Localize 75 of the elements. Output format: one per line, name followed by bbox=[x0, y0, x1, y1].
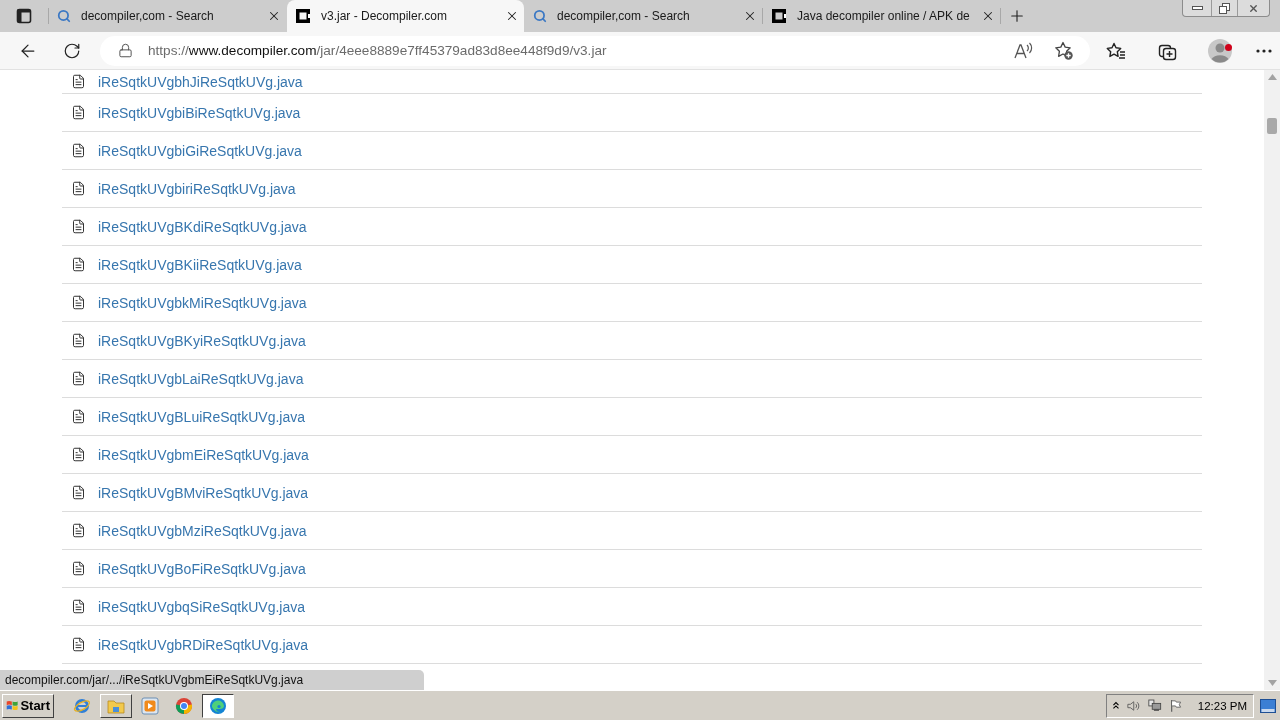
flag-icon[interactable] bbox=[1169, 698, 1182, 713]
file-icon bbox=[71, 143, 86, 158]
file-link[interactable]: iReSqtkUVgbiBiReSqtkUVg.java bbox=[98, 104, 301, 121]
more-icon bbox=[1256, 48, 1272, 53]
wheel-logo-icon bbox=[175, 696, 193, 715]
browser-icon bbox=[73, 696, 91, 715]
browser-tab[interactable]: v3.jar - Decompiler.com bbox=[287, 0, 524, 32]
file-icon bbox=[71, 409, 86, 424]
speaker-icon[interactable] bbox=[1126, 698, 1141, 713]
square-logo-icon bbox=[295, 8, 311, 24]
file-link[interactable]: iReSqtkUVgbkMiReSqtkUVg.java bbox=[98, 294, 307, 311]
taskbar-app-button[interactable] bbox=[202, 693, 234, 718]
play-icon bbox=[141, 696, 159, 715]
file-link[interactable]: iReSqtkUVgBKdiReSqtkUVg.java bbox=[98, 218, 307, 235]
add-favorite-icon[interactable] bbox=[1054, 40, 1074, 61]
file-link[interactable]: iReSqtkUVgbmEiReSqtkUVg.java bbox=[98, 446, 309, 463]
file-link[interactable]: iReSqtkUVgBoFiReSqtkUVg.java bbox=[98, 560, 306, 577]
file-icon bbox=[71, 485, 86, 500]
file-link[interactable]: iReSqtkUVgbLaiReSqtkUVg.java bbox=[98, 370, 304, 387]
file-link[interactable]: iReSqtkUVgBMviReSqtkUVg.java bbox=[98, 484, 309, 501]
notification-dot-icon bbox=[1225, 43, 1232, 51]
avatar-icon bbox=[1208, 38, 1232, 63]
close-icon bbox=[267, 9, 281, 23]
scroll-thumb[interactable] bbox=[1267, 118, 1277, 134]
browser-tab[interactable]: Java decompiler online / APK de bbox=[763, 0, 1000, 32]
search-icon bbox=[533, 9, 547, 23]
desktop-icon bbox=[1260, 698, 1276, 713]
file-link[interactable]: iReSqtkUVgbhJiReSqtkUVg.java bbox=[98, 73, 303, 90]
file-link[interactable]: iReSqtkUVgbiGiReSqtkUVg.java bbox=[98, 142, 302, 159]
file-icon bbox=[71, 447, 86, 462]
status-url: decompiler.com/jar/.../iReSqtkUVgbmEiReSqtkUVg.java bbox=[0, 670, 424, 690]
swirl-logo-icon bbox=[209, 696, 227, 715]
browser-tab[interactable]: decompiler,com - Search bbox=[49, 0, 286, 32]
close-icon bbox=[1248, 2, 1259, 14]
flag-logo-icon bbox=[6, 698, 19, 713]
plus-icon bbox=[1008, 7, 1026, 25]
file-icon bbox=[71, 333, 86, 348]
file-link[interactable]: iReSqtkUVgBKyiReSqtkUVg.java bbox=[98, 332, 306, 349]
file-icon bbox=[71, 105, 86, 120]
network-icon[interactable] bbox=[1148, 698, 1162, 713]
file-link[interactable]: iReSqtkUVgbiriReSqtkUVg.java bbox=[98, 180, 296, 197]
square-logo-icon bbox=[771, 8, 787, 24]
tab-panel-icon bbox=[16, 8, 32, 24]
close-icon bbox=[743, 9, 757, 23]
close-icon bbox=[505, 9, 519, 23]
file-link[interactable]: iReSqtkUVgBKiiReSqtkUVg.java bbox=[98, 256, 302, 273]
read-aloud-icon[interactable] bbox=[1014, 41, 1034, 60]
browser-tab[interactable]: decompiler,com - Search bbox=[525, 0, 762, 32]
file-icon bbox=[71, 181, 86, 196]
close-icon bbox=[981, 9, 995, 23]
file-icon bbox=[71, 257, 86, 272]
folder-icon bbox=[107, 697, 125, 714]
lock-icon bbox=[118, 43, 133, 58]
file-link[interactable]: iReSqtkUVgbMziReSqtkUVg.java bbox=[98, 522, 307, 539]
file-link[interactable]: iReSqtkUVgBLuiReSqtkUVg.java bbox=[98, 408, 305, 425]
file-link[interactable]: iReSqtkUVgbqSiReSqtkUVg.java bbox=[98, 598, 305, 615]
file-icon bbox=[71, 295, 86, 310]
file-icon bbox=[71, 371, 86, 386]
file-icon bbox=[71, 523, 86, 538]
address-field[interactable]: https://www.decompiler.com/jar/4eee8889e7ff45379ad83d8ee448f9d9/v3.jar bbox=[100, 35, 1090, 66]
clock-text: 12:23 PM bbox=[1197, 699, 1247, 712]
minimize-icon bbox=[1191, 6, 1203, 10]
file-icon bbox=[71, 219, 86, 234]
url-text: https://www.decompiler.com/jar/4eee8889e7ff45379ad83d8ee448f9d9/v3.jar bbox=[148, 43, 608, 58]
restore-icon bbox=[1219, 2, 1230, 14]
show-hidden-icons-icon[interactable] bbox=[1113, 701, 1119, 710]
refresh-icon bbox=[63, 41, 81, 60]
file-icon bbox=[71, 74, 86, 89]
search-icon bbox=[57, 9, 71, 23]
start-button[interactable]: Start bbox=[2, 693, 54, 718]
file-icon bbox=[71, 561, 86, 576]
favorites-icon bbox=[1106, 41, 1126, 60]
file-link[interactable]: iReSqtkUVgbRDiReSqtkUVg.java bbox=[98, 636, 309, 653]
file-icon bbox=[71, 599, 86, 614]
file-icon bbox=[71, 637, 86, 652]
